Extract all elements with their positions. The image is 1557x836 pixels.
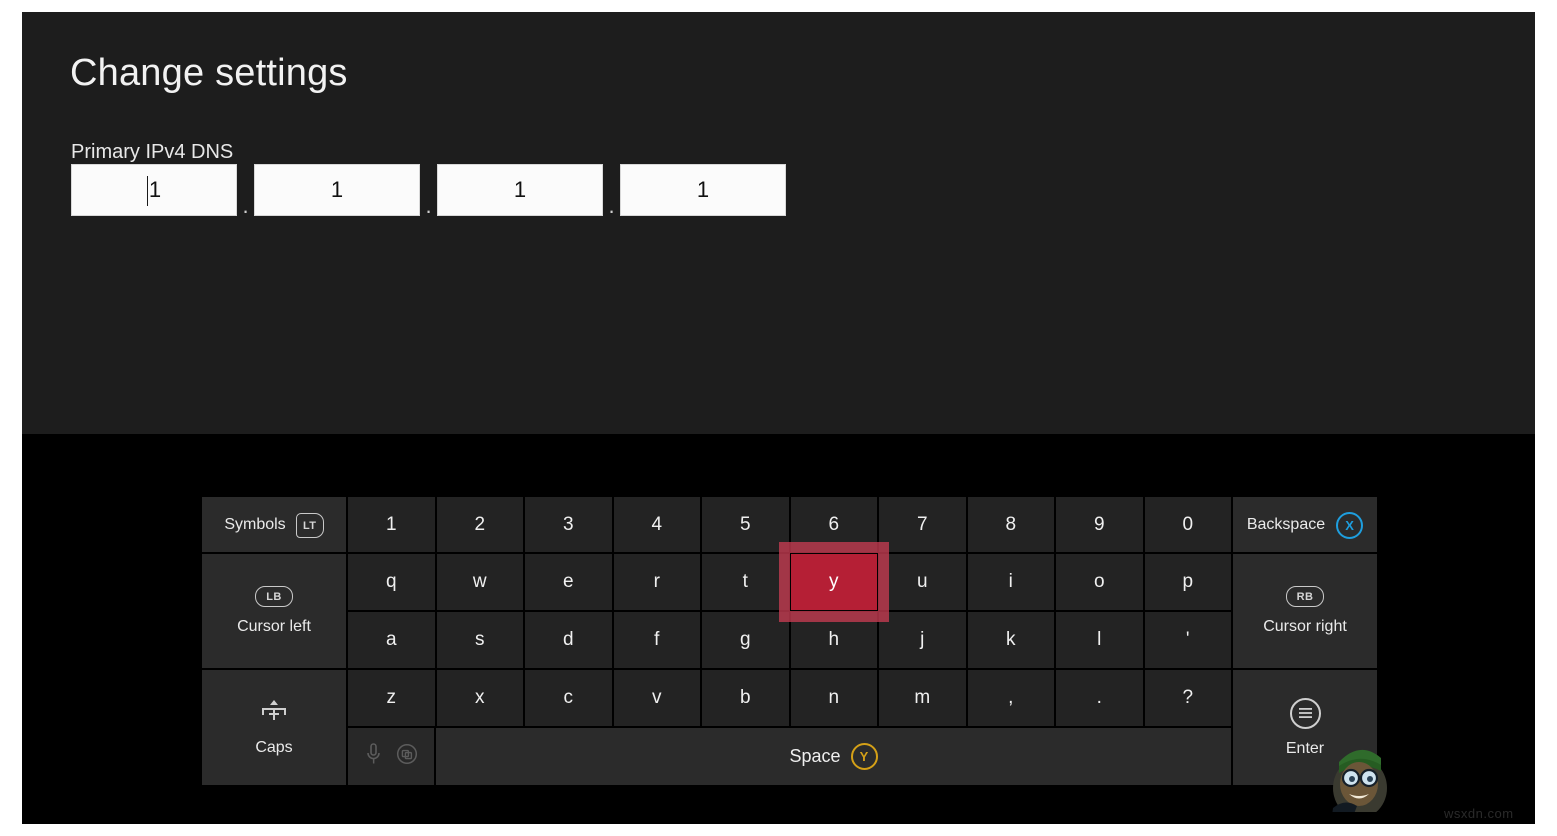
octet-value: 1 xyxy=(330,177,344,202)
key-g[interactable]: g xyxy=(701,611,790,669)
cursor-left-label: Cursor left xyxy=(237,618,311,636)
key-f[interactable]: f xyxy=(612,611,701,669)
key-apostrophe[interactable]: ' xyxy=(1143,611,1232,669)
x-button-icon: X xyxy=(1336,512,1364,539)
octet-input-2[interactable]: 1 xyxy=(254,164,420,216)
cursor-right-label: Cursor right xyxy=(1263,618,1347,636)
enter-label: Enter xyxy=(1285,739,1325,757)
key-v[interactable]: v xyxy=(612,669,701,727)
key-p[interactable]: p xyxy=(1143,553,1232,611)
keyboard-right-panel: Backspace X RB Cursor right Enter xyxy=(1232,496,1378,786)
key-h[interactable]: h xyxy=(789,611,878,669)
key-e[interactable]: e xyxy=(524,553,613,611)
key-x[interactable]: x xyxy=(435,669,524,727)
key-b[interactable]: b xyxy=(701,669,790,727)
keyboard-row-bottom: z x c v b n m , . ? xyxy=(347,669,1232,727)
key-z[interactable]: z xyxy=(347,669,436,727)
watermark: wsxdn.com xyxy=(1444,806,1514,821)
screen-root: Change settings Primary IPv4 DNS 1 . 1 .… xyxy=(0,0,1557,836)
key-question[interactable]: ? xyxy=(1143,669,1232,727)
octet-input-3[interactable]: 1 xyxy=(437,164,603,216)
settings-panel: Change settings Primary IPv4 DNS 1 . 1 .… xyxy=(22,12,1535,434)
key-k[interactable]: k xyxy=(966,611,1055,669)
key-s[interactable]: s xyxy=(435,611,524,669)
field-label: Primary IPv4 DNS xyxy=(71,141,234,163)
key-a[interactable]: a xyxy=(347,611,436,669)
page-title: Change settings xyxy=(70,52,348,94)
shift-caps-icon xyxy=(259,699,289,728)
key-j[interactable]: j xyxy=(878,611,967,669)
key-6[interactable]: 6 xyxy=(789,496,878,553)
microphone-icon[interactable] xyxy=(365,742,382,771)
key-1[interactable]: 1 xyxy=(347,496,436,553)
cursor-left-key[interactable]: LB Cursor left xyxy=(201,553,347,669)
keyboard-row-numbers: 1 2 3 4 5 6 7 8 9 0 xyxy=(347,496,1232,553)
keyboard-left-panel: Symbols LT LB Cursor left Caps xyxy=(201,496,347,786)
key-r[interactable]: r xyxy=(612,553,701,611)
backspace-key[interactable]: Backspace X xyxy=(1232,496,1378,553)
octet-value: 1 xyxy=(513,177,527,202)
media-keys-group xyxy=(347,727,435,786)
key-5[interactable]: 5 xyxy=(701,496,790,553)
space-label: Space xyxy=(789,746,841,766)
key-d[interactable]: d xyxy=(524,611,613,669)
octet-value: 1 xyxy=(148,177,162,202)
keyboard-center-grid: 1 2 3 4 5 6 7 8 9 0 q w e r t y u i o p … xyxy=(347,496,1232,786)
key-o[interactable]: o xyxy=(1055,553,1144,611)
backspace-label: Backspace xyxy=(1246,515,1326,533)
y-button-icon: Y xyxy=(850,743,878,770)
text-caret xyxy=(146,176,148,206)
cursor-right-key[interactable]: RB Cursor right xyxy=(1232,553,1378,669)
octet-value: 1 xyxy=(696,177,710,202)
clipboard-icon[interactable] xyxy=(396,743,418,770)
key-q[interactable]: q xyxy=(347,553,436,611)
key-l[interactable]: l xyxy=(1055,611,1144,669)
keyboard-row-top: q w e r t y u i o p xyxy=(347,553,1232,611)
key-n[interactable]: n xyxy=(789,669,878,727)
key-7[interactable]: 7 xyxy=(878,496,967,553)
symbols-key[interactable]: Symbols LT xyxy=(201,496,347,553)
ip-octet-row: 1 . 1 . 1 . 1 xyxy=(71,164,786,217)
caps-key[interactable]: Caps xyxy=(201,669,347,786)
lb-bumper-icon: LB xyxy=(255,586,293,608)
key-0[interactable]: 0 xyxy=(1143,496,1232,553)
key-period[interactable]: . xyxy=(1055,669,1144,727)
key-m[interactable]: m xyxy=(878,669,967,727)
space-key[interactable]: Space Y xyxy=(435,727,1232,786)
caps-label: Caps xyxy=(255,738,293,756)
keyboard-stage: Symbols LT LB Cursor left Caps 1 2 3 4 5… xyxy=(22,434,1535,824)
key-t[interactable]: t xyxy=(701,553,790,611)
octet-input-4[interactable]: 1 xyxy=(620,164,786,216)
key-y[interactable]: y xyxy=(789,553,878,611)
key-3[interactable]: 3 xyxy=(524,496,613,553)
rb-bumper-icon: RB xyxy=(1286,586,1324,608)
key-8[interactable]: 8 xyxy=(966,496,1055,553)
virtual-keyboard: Symbols LT LB Cursor left Caps 1 2 3 4 5… xyxy=(201,496,1378,786)
menu-icon xyxy=(1289,697,1321,729)
keyboard-row-home: a s d f g h j k l ' xyxy=(347,611,1232,669)
key-2[interactable]: 2 xyxy=(435,496,524,553)
key-9[interactable]: 9 xyxy=(1055,496,1144,553)
key-c[interactable]: c xyxy=(524,669,613,727)
lt-trigger-icon: LT xyxy=(295,513,324,538)
key-u[interactable]: u xyxy=(878,553,967,611)
keyboard-row-space: Space Y xyxy=(347,727,1232,786)
key-4[interactable]: 4 xyxy=(612,496,701,553)
key-w[interactable]: w xyxy=(435,553,524,611)
enter-key[interactable]: Enter xyxy=(1232,669,1378,786)
octet-input-1[interactable]: 1 xyxy=(71,164,237,216)
key-i[interactable]: i xyxy=(966,553,1055,611)
symbols-label: Symbols xyxy=(224,515,286,533)
key-comma[interactable]: , xyxy=(966,669,1055,727)
